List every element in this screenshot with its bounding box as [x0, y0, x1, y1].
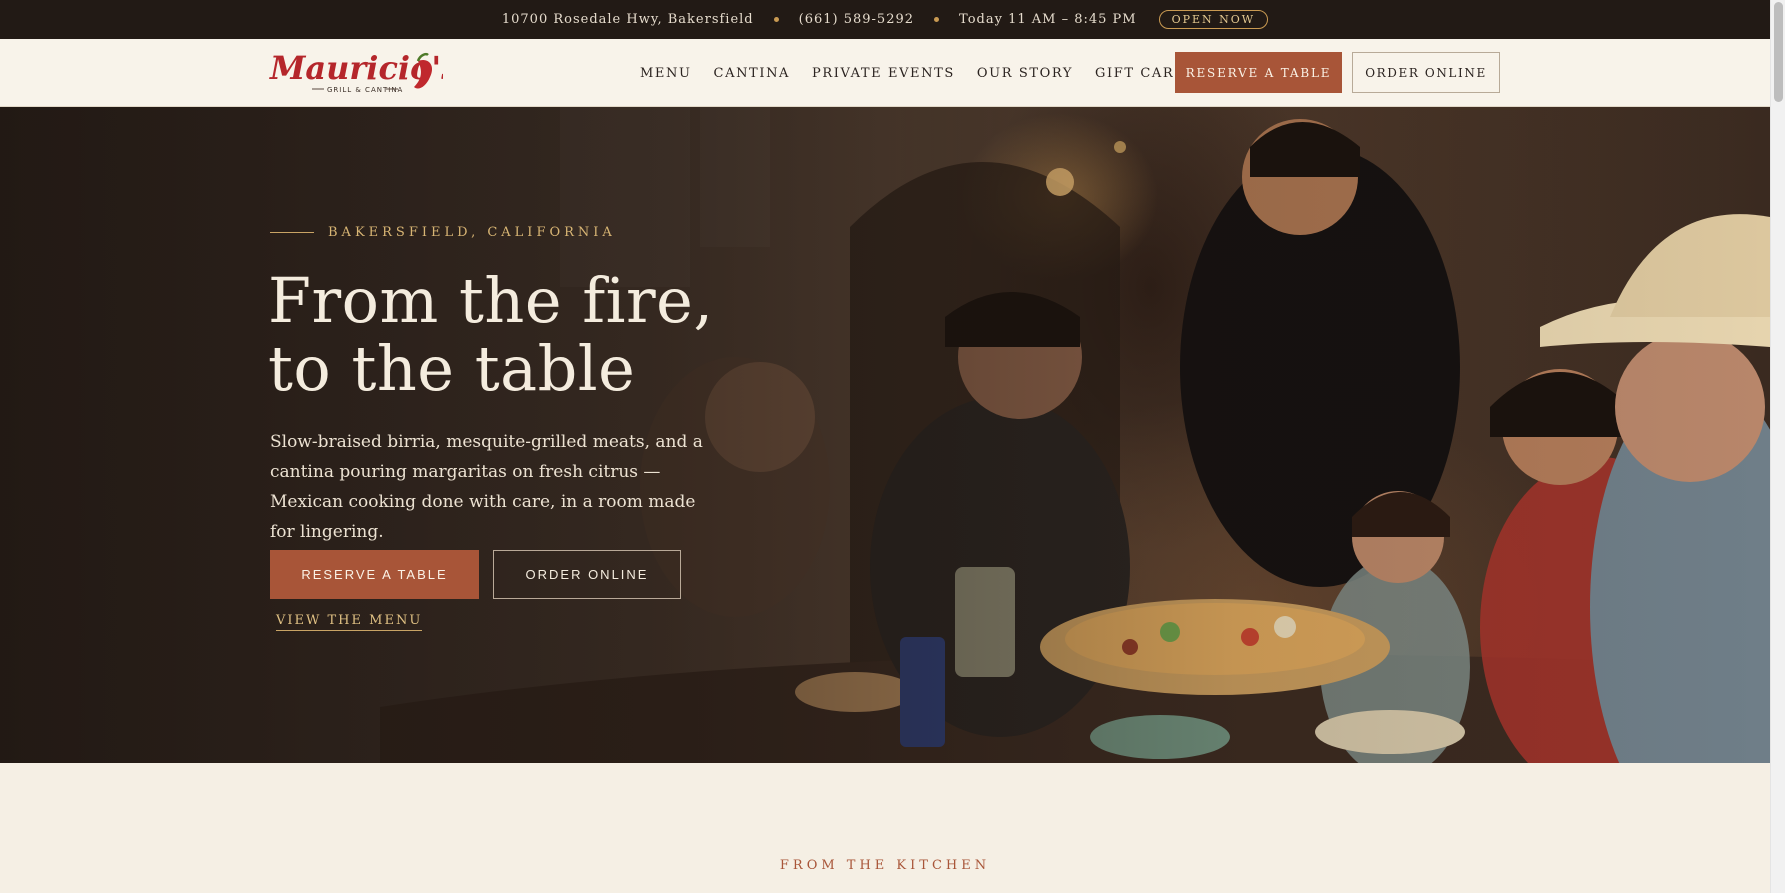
- nav-link-our-story[interactable]: OUR STORY: [977, 66, 1073, 81]
- nav-link-menu[interactable]: MENU: [640, 66, 692, 81]
- section-eyebrow: FROM THE KITCHEN: [779, 858, 991, 873]
- location-label: BAKERSFIELD, CALIFORNIA: [328, 225, 616, 240]
- hours-text: Today 11 AM – 8:45 PM: [959, 12, 1137, 27]
- nav-link-private-events[interactable]: PRIVATE EVENTS: [812, 66, 955, 81]
- main-navigation: Mauricio's GRILL & CANTINA MENU CANTINA …: [0, 39, 1770, 107]
- logo-mark: Mauricio's GRILL & CANTINA: [269, 49, 459, 94]
- hero-title-line-1: From the fire,: [268, 264, 714, 337]
- hero-reserve-table-button[interactable]: RESERVE A TABLE: [270, 550, 479, 599]
- hero-title-line-2: to the table: [268, 332, 636, 405]
- hero-overlay: [0, 107, 1770, 763]
- order-online-button[interactable]: ORDER ONLINE: [1352, 52, 1500, 93]
- scrollbar-thumb[interactable]: [1774, 2, 1783, 102]
- phone-link[interactable]: (661) 589-5292: [799, 12, 914, 27]
- logo-wordmark: Mauricio's: [269, 49, 443, 87]
- open-status-badge: OPEN NOW: [1158, 10, 1269, 29]
- view-menu-link[interactable]: VIEW THE MENU: [276, 613, 423, 631]
- nav-links: MENU CANTINA PRIVATE EVENTS OUR STORY GI…: [640, 39, 1219, 107]
- nav-link-cantina[interactable]: CANTINA: [714, 66, 790, 81]
- separator-dot-icon: [773, 17, 779, 22]
- hero-title: From the fire, to the table: [268, 267, 788, 403]
- brand-logo[interactable]: Mauricio's GRILL & CANTINA: [268, 47, 459, 99]
- hero-order-online-button[interactable]: ORDER ONLINE: [493, 550, 681, 599]
- address-text[interactable]: 10700 Rosedale Hwy, Bakersfield: [502, 12, 754, 27]
- hero-description: Slow-braised birria, mesquite-grilled me…: [270, 432, 703, 542]
- logo-tagline: GRILL & CANTINA: [327, 86, 403, 94]
- reserve-table-button[interactable]: RESERVE A TABLE: [1175, 52, 1342, 93]
- eyebrow-rule: [270, 232, 314, 233]
- hero-eyebrow: BAKERSFIELD, CALIFORNIA: [270, 225, 616, 240]
- separator-dot-icon: [934, 17, 940, 22]
- hero-section: BAKERSFIELD, CALIFORNIA From the fire, t…: [0, 107, 1770, 763]
- top-info-bar: 10700 Rosedale Hwy, Bakersfield (661) 58…: [0, 0, 1770, 39]
- page-scrollbar[interactable]: [1770, 0, 1785, 893]
